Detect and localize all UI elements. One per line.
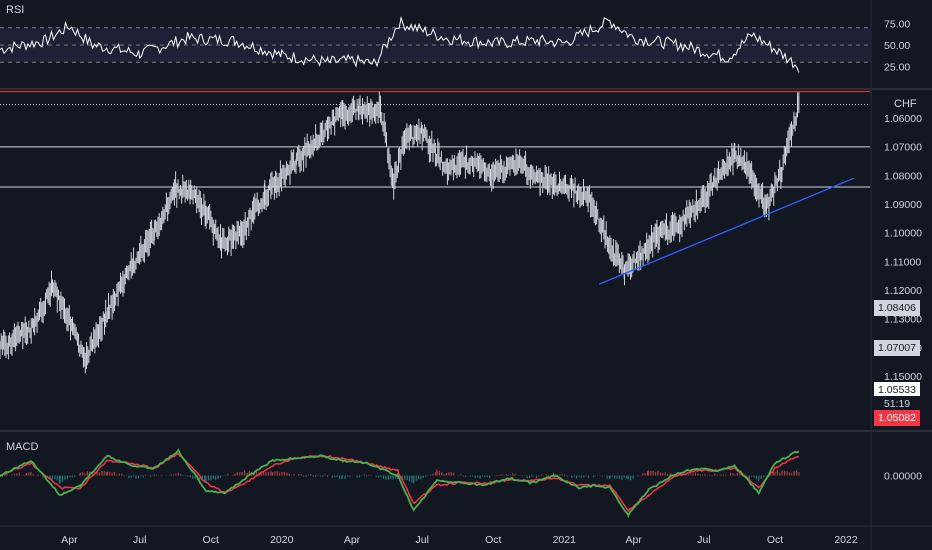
rsi-tick-label: 25.00 — [884, 62, 910, 74]
time-tick-label: Jul — [697, 534, 710, 546]
time-tick-label: Apr — [61, 534, 78, 546]
time-tick-label: Oct — [485, 534, 501, 546]
time-tick-label: 2022 — [834, 534, 858, 546]
rsi-tick-label: 75.00 — [884, 19, 910, 31]
price-tick-label: 1.10000 — [884, 228, 922, 240]
time-tick-label: Apr — [344, 534, 361, 546]
currency-label: CHF — [894, 98, 917, 110]
time-tick-label: 2020 — [270, 534, 294, 546]
chart-canvas[interactable]: 75.0050.0025.00 1.150001.140001.130001.1… — [0, 0, 932, 550]
price-tick-label: 1.06000 — [884, 113, 922, 125]
time-tick-label: Jul — [133, 534, 146, 546]
rsi-label: RSI — [6, 4, 25, 16]
time-tick-label: Oct — [767, 534, 783, 546]
time-tick-label: Apr — [626, 534, 643, 546]
price-tag-upper-level: 1.08406 — [874, 300, 920, 316]
rsi-tick-label: 50.00 — [884, 40, 910, 52]
price-tag-lower-level: 1.07007 — [874, 340, 920, 356]
time-tick-label: Oct — [203, 534, 219, 546]
chart-background — [0, 0, 932, 550]
time-tick-label: 2021 — [553, 534, 577, 546]
price-tick-label: 1.07000 — [884, 142, 922, 154]
price-tick-label: 1.09000 — [884, 199, 922, 211]
time-tick-label: Jul — [416, 534, 429, 546]
macd-label: MACD — [6, 441, 39, 453]
price-tick-label: 1.11000 — [884, 256, 921, 268]
price-tick-label: 1.08000 — [884, 170, 922, 182]
price-tag-support: 1.05082 — [874, 410, 920, 426]
price-tick-label: 1.12000 — [884, 285, 922, 297]
macd-tick-label: 0.00000 — [884, 471, 922, 483]
